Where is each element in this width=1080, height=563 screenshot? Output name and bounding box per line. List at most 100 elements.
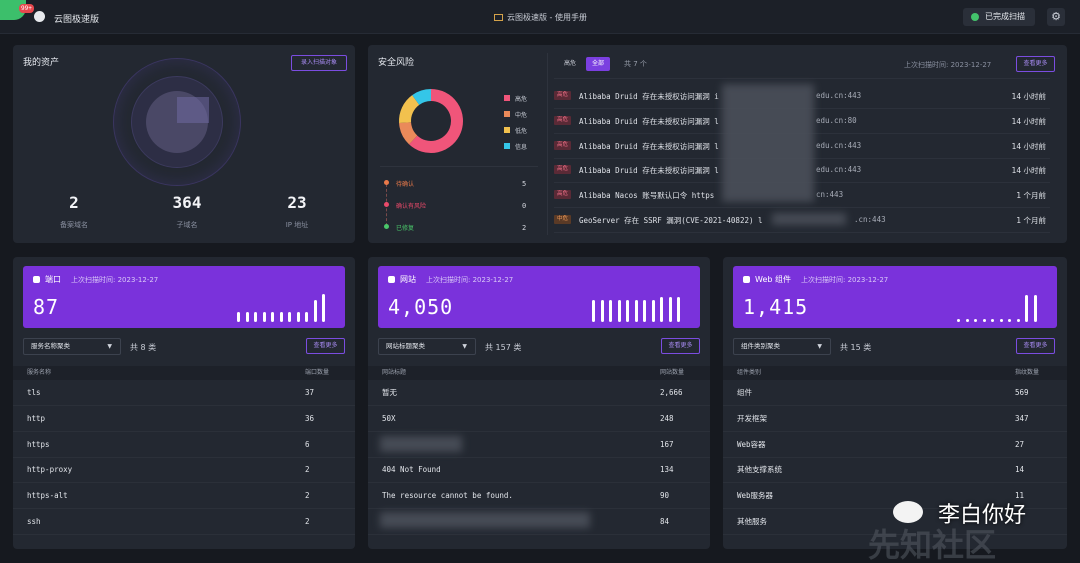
ports-header: 端口 上次扫描时间: 2023-12-27 [33, 274, 158, 285]
flow-fixed[interactable]: 已修复 [396, 223, 414, 232]
ports-more-button[interactable]: 查看更多 [306, 338, 345, 354]
table-row[interactable]: http 36 [13, 406, 355, 432]
stat-icp-domains-label: 备案域名 [60, 221, 88, 229]
flow-confirmed[interactable]: 确认有风险 [396, 201, 426, 210]
row-count: 2,666 [660, 388, 683, 397]
assets-title: 我的资产 [23, 58, 60, 68]
sparkline-bar [237, 311, 240, 322]
redacted-region [380, 436, 462, 452]
risk-time: 14 小时前 [1011, 116, 1046, 126]
table-row[interactable]: 50X 248 [368, 406, 710, 432]
sparkline-bar [609, 299, 612, 322]
table-row[interactable]: The resource cannot be found. 90 [368, 483, 710, 510]
component-icon [743, 276, 750, 283]
table-row[interactable]: 暂无 2,666 [368, 380, 710, 406]
sparkline-bar [245, 311, 249, 322]
col-fingerprint-count: 指纹数量 [1015, 369, 1040, 376]
table-row[interactable]: 组件 569 [723, 380, 1067, 406]
gear-icon[interactable]: ⚙ [1047, 8, 1065, 26]
severity-badge: 中危 [554, 215, 572, 224]
webcomp-banner: Web 组件 上次扫描时间: 2023-12-27 1,415 [733, 266, 1057, 328]
row-name: 404 Not Found [382, 465, 441, 475]
top-bar: 99+ 云图极速版 云图极速版 - 使用手册 已完成扫描 ⚙ [0, 0, 1080, 34]
stat-icp-domains-value[interactable]: 2 [34, 193, 114, 212]
severity-badge: 高危 [554, 140, 572, 150]
risk-time: 14 小时前 [1011, 92, 1046, 101]
row-name: Web容器 [737, 439, 766, 449]
watermark-text: 李白你好 [938, 503, 1027, 528]
manual-link[interactable]: 云图极速版 - 使用手册 [494, 12, 587, 23]
table-row[interactable]: 其他支撑系统 14 [723, 457, 1067, 484]
severity-tabs: 高危 全部 [557, 57, 613, 71]
sparkline-bar [651, 299, 655, 322]
risk-title[interactable]: Alibaba Druid 存在未授权访问漏洞 l [579, 165, 719, 176]
sparkline-bar [965, 319, 969, 322]
donut-slice-2[interactable] [399, 95, 420, 124]
severity-badge: 高危 [554, 115, 572, 125]
row-name: ssh [27, 517, 41, 526]
row-name: tls [27, 388, 41, 397]
risk-time: 14 小时前 [1011, 166, 1046, 176]
table-row[interactable]: 404 Not Found 134 [368, 457, 710, 484]
sites-more-button[interactable]: 查看更多 [661, 338, 700, 354]
row-name: https [27, 439, 50, 449]
book-icon [494, 14, 503, 21]
sparkline-bar [288, 311, 291, 322]
sparkline-bar [254, 311, 257, 322]
row-name: https-alt [27, 491, 68, 501]
risk-title[interactable]: Alibaba Druid 存在未授权访问漏洞 l [579, 116, 719, 127]
ports-cluster-select[interactable]: 服务名称聚类 ▼ [23, 338, 121, 355]
wechat-icon [893, 501, 923, 523]
sites-sparkline [592, 290, 684, 322]
robot-icon [34, 11, 45, 22]
ports-total: 共 8 类 [130, 343, 157, 352]
row-count: 167 [660, 439, 674, 449]
risk-title[interactable]: GeoServer 存在 SSRF 漏洞(CVE-2021-40822) l [579, 215, 763, 226]
donut-slice-3[interactable] [412, 89, 432, 106]
sites-cluster-select[interactable]: 网站标题聚类 ▼ [378, 338, 476, 355]
table-row[interactable]: Web容器 27 [723, 432, 1067, 458]
flow-pending[interactable]: 待确认 [396, 179, 414, 188]
risk-title[interactable]: Alibaba Druid 存在未授权访问漏洞 i [579, 91, 719, 102]
stat-ip-value[interactable]: 23 [257, 193, 337, 212]
stat-subdomains-value[interactable]: 364 [147, 193, 227, 212]
col-component-type: 组件类别 [737, 369, 762, 376]
row-count: 14 [1015, 465, 1025, 475]
sparkline-bar [668, 296, 672, 322]
sparkline-bar [322, 293, 325, 322]
table-row[interactable]: https-alt 2 [13, 483, 355, 510]
row-count: 2 [305, 517, 310, 526]
tab-high[interactable]: 高危 [557, 57, 583, 71]
import-target-button[interactable]: 录入扫描对象 [291, 55, 347, 71]
row-name: 暂无 [382, 388, 397, 397]
row-name: http [27, 413, 46, 423]
app-title: 云图极速版 [54, 15, 100, 25]
tab-all[interactable]: 全部 [586, 57, 610, 71]
webcomp-cluster-select[interactable]: 组件类别聚类 ▼ [733, 338, 831, 355]
sparkline-bar [974, 319, 977, 322]
table-row[interactable]: ssh 2 [13, 509, 355, 535]
table-row[interactable]: tls 37 [13, 380, 355, 406]
scan-status-button[interactable]: 已完成扫描 [963, 8, 1035, 26]
row-count: 2 [305, 491, 310, 501]
row-name: 其他支撑系统 [737, 465, 782, 475]
donut-slice-1[interactable] [399, 121, 418, 145]
table-row[interactable]: 开发框架 347 [723, 406, 1067, 432]
table-row[interactable]: http-proxy 2 [13, 457, 355, 484]
table-row[interactable]: https 6 [13, 432, 355, 458]
row-count: 90 [660, 491, 670, 501]
risk-title[interactable]: Alibaba Nacos 账号默认口令 https [579, 190, 714, 201]
legend-medium: 中危 [504, 110, 527, 119]
legend-low: 低危 [504, 126, 527, 135]
flow-pending-count: 5 [522, 180, 527, 188]
redacted-region [772, 213, 846, 225]
webcomp-more-button[interactable]: 查看更多 [1016, 338, 1055, 354]
risk-title[interactable]: Alibaba Druid 存在未授权访问漏洞 l [579, 141, 719, 152]
sparkline-bar [279, 311, 283, 322]
webcomp-table-header: 组件类别 指纹数量 [723, 366, 1067, 380]
row-count: 347 [1015, 413, 1029, 423]
risk-more-button[interactable]: 查看更多 [1016, 56, 1055, 72]
row-count: 84 [660, 517, 670, 526]
ports-sparkline [237, 290, 329, 322]
sparkline-bar [262, 311, 266, 322]
